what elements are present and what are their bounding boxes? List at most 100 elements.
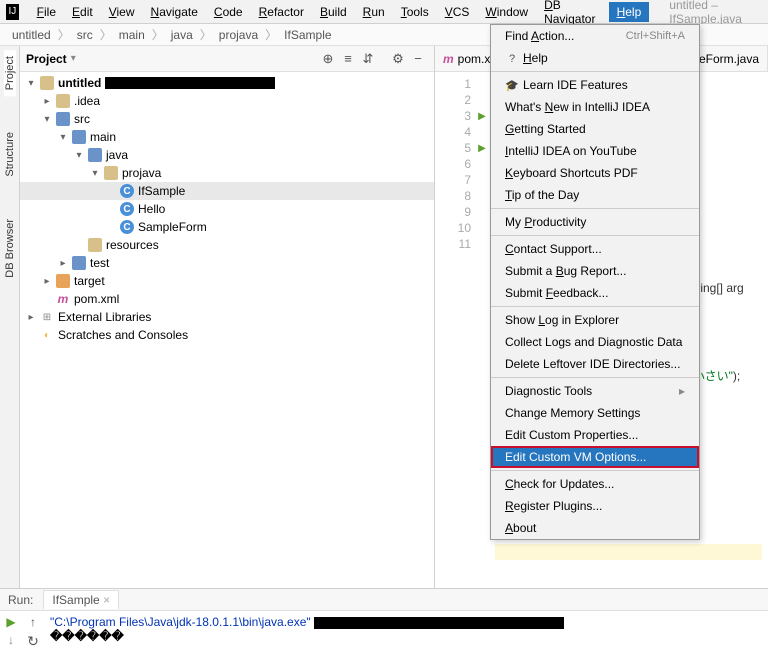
locate-icon[interactable]: ⊕ [318,49,338,69]
run-console[interactable]: "C:\Program Files\Java\jdk-18.0.1.1\bin\… [44,611,768,650]
run-gutter-cell[interactable] [475,124,489,140]
help-item-find-action[interactable]: Find Action...Ctrl+Shift+A [491,25,699,47]
tree-label: Scratches and Consoles [58,328,188,342]
menubar: IJ FileEditViewNavigateCodeRefactorBuild… [0,0,768,24]
tree-node-target[interactable]: ▸target [20,272,434,290]
chevron-icon[interactable]: ▸ [26,312,36,323]
tree-node-main[interactable]: ▾main [20,128,434,146]
chevron-icon[interactable]: ▸ [58,258,68,269]
help-item-show-log-in-explorer[interactable]: Show Log in Explorer [491,309,699,331]
tree-node-test[interactable]: ▸test [20,254,434,272]
run-gutter-cell[interactable]: ▶ [475,140,489,156]
run-gutter-cell[interactable] [475,156,489,172]
run-gutter-cell[interactable] [475,204,489,220]
expand-all-icon[interactable]: ≡ [338,49,358,69]
tree-node-.idea[interactable]: ▸ .idea [20,92,434,110]
help-menu[interactable]: Find Action...Ctrl+Shift+A?Help 🎓Learn ID… [490,24,700,540]
help-item-getting-started[interactable]: Getting Started [491,118,699,140]
breadcrumb-item[interactable]: IfSample [280,26,335,44]
chevron-icon[interactable]: ▸ [42,276,52,287]
chevron-icon[interactable]: ▾ [58,132,68,143]
help-item-submit-a-bug-report[interactable]: Submit a Bug Report... [491,260,699,282]
chevron-down-icon[interactable]: ▾ [71,53,76,64]
menu-edit[interactable]: Edit [64,2,101,22]
help-item-edit-custom-properties[interactable]: Edit Custom Properties... [491,424,699,446]
help-item-help[interactable]: ?Help [491,47,699,69]
help-item-edit-custom-vm-options[interactable]: Edit Custom VM Options... [491,446,699,468]
breadcrumb-sep: 〉 [152,26,164,43]
help-item-collect-logs-and-diagnostic-data[interactable]: Collect Logs and Diagnostic Data [491,331,699,353]
help-item-submit-feedback[interactable]: Submit Feedback... [491,282,699,304]
tree-node-hello[interactable]: CHello [20,200,434,218]
tree-node-sampleform[interactable]: CSampleForm [20,218,434,236]
tree-node-projava[interactable]: ▾projava [20,164,434,182]
chevron-icon[interactable]: ▾ [74,150,84,161]
breadcrumb-item[interactable]: untitled [8,26,55,44]
help-item-what-s-new-in-intellij-idea[interactable]: What's New in IntelliJ IDEA [491,96,699,118]
menu-code[interactable]: Code [206,2,251,22]
help-item-delete-leftover-ide-directories[interactable]: Delete Leftover IDE Directories... [491,353,699,375]
run-gutter-cell[interactable] [475,92,489,108]
help-item-diagnostic-tools[interactable]: Diagnostic Tools▸ [491,380,699,402]
project-tree[interactable]: ▾untitled ▸ .idea ▾src▾main▾java▾projavaCIf… [20,72,434,588]
menu-refactor[interactable]: Refactor [251,2,312,22]
menu-build[interactable]: Build [312,2,355,22]
chevron-icon[interactable]: ▾ [90,168,100,179]
help-item-check-for-updates[interactable]: Check for Updates... [491,473,699,495]
run-gutter-cell[interactable] [475,220,489,236]
help-item-change-memory-settings[interactable]: Change Memory Settings [491,402,699,424]
tree-node-pom.xml[interactable]: mpom.xml [20,290,434,308]
run-gutter-cell[interactable] [475,188,489,204]
tree-label: .idea [74,94,100,108]
chevron-icon[interactable]: ▾ [26,78,36,89]
tree-node-ifsample[interactable]: CIfSample [20,182,434,200]
menu-navigate[interactable]: Navigate [143,2,206,22]
tree-node-java[interactable]: ▾java [20,146,434,164]
help-item-my-productivity[interactable]: My Productivity [491,211,699,233]
tree-node-external libraries[interactable]: ▸⊞External Libraries [20,308,434,326]
menu-vcs[interactable]: VCS [437,2,478,22]
rerun-icon[interactable]: ▶ [6,615,15,629]
run-tab[interactable]: IfSample × [43,590,119,609]
help-item-learn-ide-features[interactable]: 🎓Learn IDE Features [491,74,699,96]
breadcrumb-item[interactable]: java [167,26,197,44]
breadcrumb-item[interactable]: main [115,26,149,44]
menu-file[interactable]: File [29,2,64,22]
run-icon[interactable]: ▶ [478,143,486,154]
breadcrumb-item[interactable]: projava [215,26,262,44]
menu-view[interactable]: View [101,2,143,22]
up-icon[interactable]: ↑ [30,615,36,629]
help-item-tip-of-the-day[interactable]: Tip of the Day [491,184,699,206]
stop-icon[interactable]: ↓ [8,633,14,647]
run-gutter-cell[interactable] [475,236,489,252]
help-item-register-plugins[interactable]: Register Plugins... [491,495,699,517]
run-icon[interactable]: ▶ [478,111,486,122]
gear-icon[interactable]: ⚙ [388,49,408,69]
menu-help[interactable]: Help [609,2,650,22]
menu-run[interactable]: Run [355,2,393,22]
sidetab-db-browser[interactable]: DB Browser [4,213,16,284]
help-item-about[interactable]: About [491,517,699,539]
run-gutter-cell[interactable] [475,172,489,188]
sidetab-project[interactable]: Project [4,50,16,96]
tree-node-scratches and consoles[interactable]: ◐Scratches and Consoles [20,326,434,344]
menu-window[interactable]: Window [477,2,536,22]
chevron-icon[interactable]: ▸ [42,96,52,107]
help-item-contact-support[interactable]: Contact Support... [491,238,699,260]
help-item-keyboard-shortcuts-pdf[interactable]: Keyboard Shortcuts PDF [491,162,699,184]
tree-node-resources[interactable]: resources [20,236,434,254]
maven-icon: m [443,52,454,66]
sidetab-structure[interactable]: Structure [4,126,16,183]
tree-node-untitled[interactable]: ▾untitled [20,74,434,92]
chevron-icon[interactable]: ▾ [42,114,52,125]
tree-node-src[interactable]: ▾src [20,110,434,128]
run-gutter-cell[interactable] [475,76,489,92]
breadcrumb-item[interactable]: src [73,26,97,44]
down-icon[interactable]: ↻ [27,633,39,650]
menu-tools[interactable]: Tools [393,2,437,22]
hide-icon[interactable]: − [408,49,428,69]
tree-label: Hello [138,202,165,216]
help-item-intellij-idea-on-youtube[interactable]: IntelliJ IDEA on YouTube [491,140,699,162]
run-gutter-cell[interactable]: ▶ [475,108,489,124]
collapse-all-icon[interactable]: ⇵ [358,49,378,69]
